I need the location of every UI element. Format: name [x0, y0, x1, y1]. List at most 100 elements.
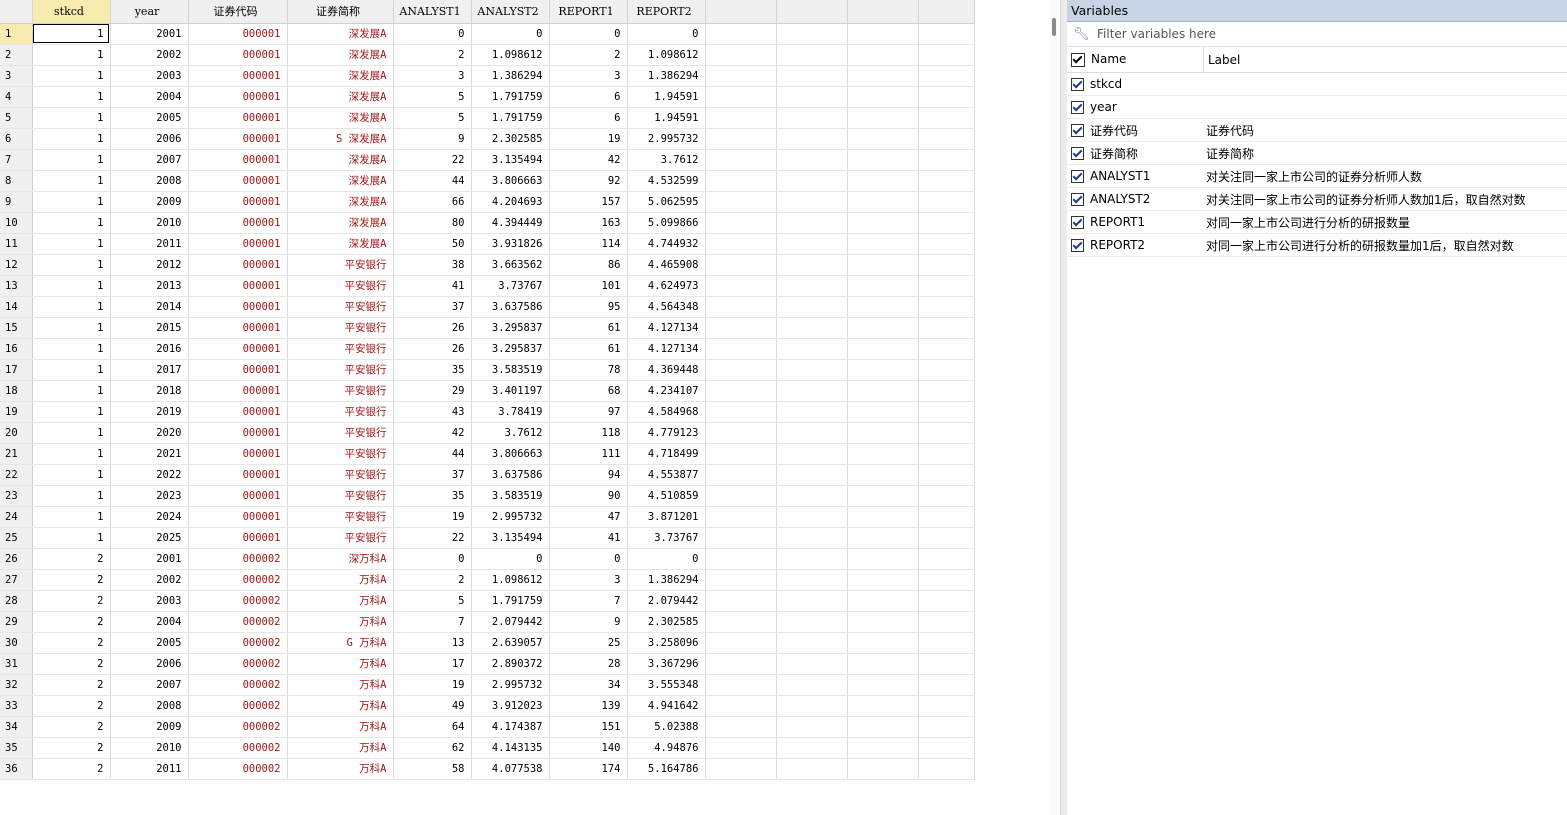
table-cell[interactable]: 万科A — [287, 695, 394, 717]
empty-cell[interactable] — [918, 464, 975, 486]
table-cell[interactable]: 3.637586 — [471, 296, 550, 318]
table-cell[interactable]: 1.098612 — [471, 44, 550, 66]
table-cell[interactable]: 4.465908 — [627, 254, 706, 276]
name-column-header[interactable]: Name — [1085, 47, 1204, 72]
table-cell[interactable]: 1.791759 — [471, 590, 550, 612]
table-cell[interactable]: 2003 — [110, 65, 189, 87]
empty-cell[interactable] — [918, 65, 975, 87]
panel-splitter[interactable] — [1060, 0, 1067, 815]
table-cell[interactable]: 4.941642 — [627, 695, 706, 717]
table-cell[interactable]: 000002 — [188, 632, 288, 654]
table-cell[interactable]: 2 — [32, 758, 111, 780]
table-cell[interactable]: 2010 — [110, 737, 189, 759]
table-cell[interactable]: 000001 — [188, 254, 288, 276]
filter-variables-input[interactable] — [1095, 26, 1539, 42]
table-cell[interactable]: 000001 — [188, 380, 288, 402]
row-number[interactable]: 12 — [0, 254, 33, 276]
row-number[interactable]: 29 — [0, 611, 33, 633]
table-cell[interactable]: 000001 — [188, 464, 288, 486]
table-cell[interactable]: 4.624973 — [627, 275, 706, 297]
variable-checkbox[interactable] — [1071, 100, 1084, 114]
table-cell[interactable]: 5.164786 — [627, 758, 706, 780]
table-cell[interactable]: 000002 — [188, 716, 288, 738]
table-cell[interactable]: 1 — [32, 338, 111, 360]
table-cell[interactable]: 2017 — [110, 359, 189, 381]
table-cell[interactable]: 1 — [32, 380, 111, 402]
table-cell[interactable]: 0 — [549, 23, 628, 45]
vertical-scrollbar[interactable] — [1050, 0, 1058, 815]
table-cell[interactable]: 4.127134 — [627, 338, 706, 360]
table-cell[interactable]: 2001 — [110, 23, 189, 45]
empty-cell[interactable] — [776, 716, 848, 738]
table-cell[interactable]: 1 — [32, 275, 111, 297]
table-cell[interactable]: 000001 — [188, 65, 288, 87]
table-cell[interactable]: 139 — [549, 695, 628, 717]
table-cell[interactable]: 25 — [549, 632, 628, 654]
table-cell[interactable]: 2 — [32, 716, 111, 738]
empty-cell[interactable] — [918, 590, 975, 612]
empty-cell[interactable] — [705, 464, 777, 486]
table-cell[interactable]: 000001 — [188, 191, 288, 213]
table-cell[interactable]: 000001 — [188, 485, 288, 507]
table-cell[interactable]: 2005 — [110, 632, 189, 654]
row-number[interactable]: 27 — [0, 569, 33, 591]
table-cell[interactable]: 1 — [32, 212, 111, 234]
table-cell[interactable]: 深发展A — [287, 170, 394, 192]
table-cell[interactable]: 1 — [32, 359, 111, 381]
table-cell[interactable]: 2 — [32, 653, 111, 675]
empty-cell[interactable] — [847, 401, 919, 423]
table-cell[interactable]: 平安银行 — [287, 296, 394, 318]
table-cell[interactable]: 000001 — [188, 359, 288, 381]
table-cell[interactable]: 000001 — [188, 86, 288, 108]
empty-cell[interactable] — [918, 548, 975, 570]
empty-cell[interactable] — [918, 506, 975, 528]
table-cell[interactable]: 114 — [549, 233, 628, 255]
variable-row[interactable]: year — [1067, 96, 1567, 119]
empty-cell[interactable] — [705, 191, 777, 213]
table-cell[interactable]: 000001 — [188, 275, 288, 297]
table-cell[interactable]: 000002 — [188, 548, 288, 570]
empty-cell[interactable] — [847, 44, 919, 66]
table-cell[interactable]: 1 — [32, 506, 111, 528]
table-cell[interactable]: 平安银行 — [287, 401, 394, 423]
empty-column-header[interactable] — [776, 0, 848, 24]
empty-cell[interactable] — [705, 527, 777, 549]
table-cell[interactable]: 19 — [549, 128, 628, 150]
table-cell[interactable]: 000002 — [188, 653, 288, 675]
table-cell[interactable]: 000001 — [188, 149, 288, 171]
table-cell[interactable]: 3.295837 — [471, 317, 550, 339]
empty-cell[interactable] — [918, 212, 975, 234]
empty-cell[interactable] — [705, 632, 777, 654]
table-cell[interactable]: 2 — [549, 44, 628, 66]
row-number[interactable]: 17 — [0, 359, 33, 381]
table-cell[interactable]: 95 — [549, 296, 628, 318]
table-cell[interactable]: 1 — [32, 254, 111, 276]
table-cell[interactable]: 47 — [549, 506, 628, 528]
table-cell[interactable]: 7 — [393, 611, 472, 633]
table-cell[interactable]: 000001 — [188, 317, 288, 339]
table-cell[interactable]: 3.78419 — [471, 401, 550, 423]
empty-cell[interactable] — [918, 443, 975, 465]
table-cell[interactable]: 4.564348 — [627, 296, 706, 318]
empty-cell[interactable] — [918, 275, 975, 297]
empty-cell[interactable] — [918, 23, 975, 45]
empty-cell[interactable] — [847, 548, 919, 570]
table-cell[interactable]: 000001 — [188, 128, 288, 150]
empty-cell[interactable] — [705, 317, 777, 339]
table-cell[interactable]: 0 — [471, 548, 550, 570]
row-number[interactable]: 18 — [0, 380, 33, 402]
empty-cell[interactable] — [776, 737, 848, 759]
table-cell[interactable]: 50 — [393, 233, 472, 255]
empty-cell[interactable] — [847, 422, 919, 444]
table-cell[interactable]: 000001 — [188, 401, 288, 423]
table-cell[interactable]: 3.806663 — [471, 443, 550, 465]
row-number[interactable]: 9 — [0, 191, 33, 213]
row-number[interactable]: 32 — [0, 674, 33, 696]
table-cell[interactable]: 2010 — [110, 212, 189, 234]
table-cell[interactable]: 万科A — [287, 758, 394, 780]
variable-row[interactable]: stkcd — [1067, 73, 1567, 96]
empty-cell[interactable] — [847, 527, 919, 549]
empty-cell[interactable] — [918, 380, 975, 402]
table-cell[interactable]: 000001 — [188, 338, 288, 360]
table-cell[interactable]: 3.73767 — [627, 527, 706, 549]
